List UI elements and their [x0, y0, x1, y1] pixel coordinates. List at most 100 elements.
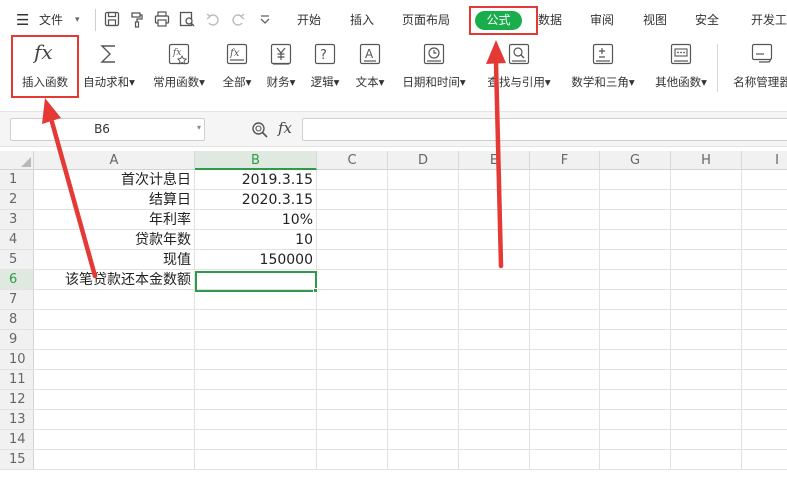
cell-g1[interactable]	[600, 170, 671, 190]
tab-formula[interactable]: 公式	[475, 11, 522, 30]
cell-d5[interactable]	[388, 250, 459, 270]
tab-developer[interactable]: 开发工	[751, 10, 787, 30]
cell-d15[interactable]	[388, 450, 459, 470]
cell-c1[interactable]	[317, 170, 388, 190]
cell-e5[interactable]	[459, 250, 530, 270]
cell-b2[interactable]: 2020.3.15	[195, 190, 317, 210]
cell-d7[interactable]	[388, 290, 459, 310]
cell-i14[interactable]	[742, 430, 787, 450]
customize-caret-icon[interactable]	[257, 10, 273, 28]
cell-c7[interactable]	[317, 290, 388, 310]
common-functions-button[interactable]: fx 常用函数▾	[146, 38, 212, 100]
cell-c6[interactable]	[317, 270, 388, 290]
cell-e7[interactable]	[459, 290, 530, 310]
cell-b7[interactable]	[195, 290, 317, 310]
cell-g4[interactable]	[600, 230, 671, 250]
cell-d10[interactable]	[388, 350, 459, 370]
math-trig-functions-button[interactable]: 数学和三角▾	[563, 38, 643, 100]
cell-d1[interactable]	[388, 170, 459, 190]
cell-g3[interactable]	[600, 210, 671, 230]
cell-a12[interactable]	[34, 390, 195, 410]
financial-functions-button[interactable]: 财务▾	[260, 38, 302, 100]
cell-c5[interactable]	[317, 250, 388, 270]
fill-handle[interactable]	[313, 288, 318, 293]
column-header-A[interactable]: A	[34, 151, 195, 170]
cell-i4[interactable]	[742, 230, 787, 250]
cell-h2[interactable]	[671, 190, 742, 210]
cell-d3[interactable]	[388, 210, 459, 230]
cell-h1[interactable]	[671, 170, 742, 190]
row-header-12[interactable]: 12	[0, 390, 34, 410]
cell-c4[interactable]	[317, 230, 388, 250]
row-header-6[interactable]: 6	[0, 270, 34, 290]
cell-d8[interactable]	[388, 310, 459, 330]
row-header-13[interactable]: 13	[0, 410, 34, 430]
row-header-1[interactable]: 1	[0, 170, 34, 190]
cell-d14[interactable]	[388, 430, 459, 450]
cell-g12[interactable]	[600, 390, 671, 410]
cell-c14[interactable]	[317, 430, 388, 450]
cell-c3[interactable]	[317, 210, 388, 230]
undo-icon[interactable]	[205, 10, 221, 28]
column-header-D[interactable]: D	[388, 151, 459, 170]
cell-i9[interactable]	[742, 330, 787, 350]
cell-a8[interactable]	[34, 310, 195, 330]
cell-e1[interactable]	[459, 170, 530, 190]
datetime-functions-button[interactable]: 日期和时间▾	[396, 38, 472, 100]
cell-e9[interactable]	[459, 330, 530, 350]
cell-h11[interactable]	[671, 370, 742, 390]
cell-h6[interactable]	[671, 270, 742, 290]
cell-a14[interactable]	[34, 430, 195, 450]
cell-c9[interactable]	[317, 330, 388, 350]
cell-a4[interactable]: 贷款年数	[34, 230, 195, 250]
row-header-9[interactable]: 9	[0, 330, 34, 350]
cell-f1[interactable]	[530, 170, 600, 190]
row-header-8[interactable]: 8	[0, 310, 34, 330]
row-header-2[interactable]: 2	[0, 190, 34, 210]
cell-f4[interactable]	[530, 230, 600, 250]
cell-i8[interactable]	[742, 310, 787, 330]
cell-a2[interactable]: 结算日	[34, 190, 195, 210]
tab-data[interactable]: 数据	[538, 10, 562, 30]
cell-h10[interactable]	[671, 350, 742, 370]
cell-h14[interactable]	[671, 430, 742, 450]
logical-functions-button[interactable]: ? 逻辑▾	[305, 38, 345, 100]
cell-i15[interactable]	[742, 450, 787, 470]
tab-start[interactable]: 开始	[297, 10, 321, 30]
other-functions-button[interactable]: 其他函数▾	[647, 38, 715, 100]
cell-a15[interactable]	[34, 450, 195, 470]
column-header-G[interactable]: G	[600, 151, 671, 170]
column-header-E[interactable]: E	[459, 151, 530, 170]
cell-g14[interactable]	[600, 430, 671, 450]
cell-b12[interactable]	[195, 390, 317, 410]
cell-e13[interactable]	[459, 410, 530, 430]
cell-g11[interactable]	[600, 370, 671, 390]
cell-e4[interactable]	[459, 230, 530, 250]
file-menu[interactable]: 文件	[39, 10, 63, 30]
cell-d13[interactable]	[388, 410, 459, 430]
all-functions-button[interactable]: fx 全部▾	[217, 38, 257, 100]
cell-i7[interactable]	[742, 290, 787, 310]
cell-g7[interactable]	[600, 290, 671, 310]
cell-d6[interactable]	[388, 270, 459, 290]
autosum-button[interactable]: 自动求和▾	[77, 38, 141, 100]
cell-a11[interactable]	[34, 370, 195, 390]
cell-d2[interactable]	[388, 190, 459, 210]
cell-b11[interactable]	[195, 370, 317, 390]
cell-e3[interactable]	[459, 210, 530, 230]
column-header-I[interactable]: I	[742, 151, 787, 170]
cell-g2[interactable]	[600, 190, 671, 210]
cell-e8[interactable]	[459, 310, 530, 330]
cell-g13[interactable]	[600, 410, 671, 430]
tab-security[interactable]: 安全	[695, 10, 719, 30]
cell-g15[interactable]	[600, 450, 671, 470]
row-header-4[interactable]: 4	[0, 230, 34, 250]
hamburger-menu-icon[interactable]: ☰	[16, 10, 29, 30]
cell-f8[interactable]	[530, 310, 600, 330]
format-painter-icon[interactable]	[129, 10, 145, 28]
cell-a10[interactable]	[34, 350, 195, 370]
cell-c11[interactable]	[317, 370, 388, 390]
cell-h7[interactable]	[671, 290, 742, 310]
cell-g5[interactable]	[600, 250, 671, 270]
cell-c13[interactable]	[317, 410, 388, 430]
